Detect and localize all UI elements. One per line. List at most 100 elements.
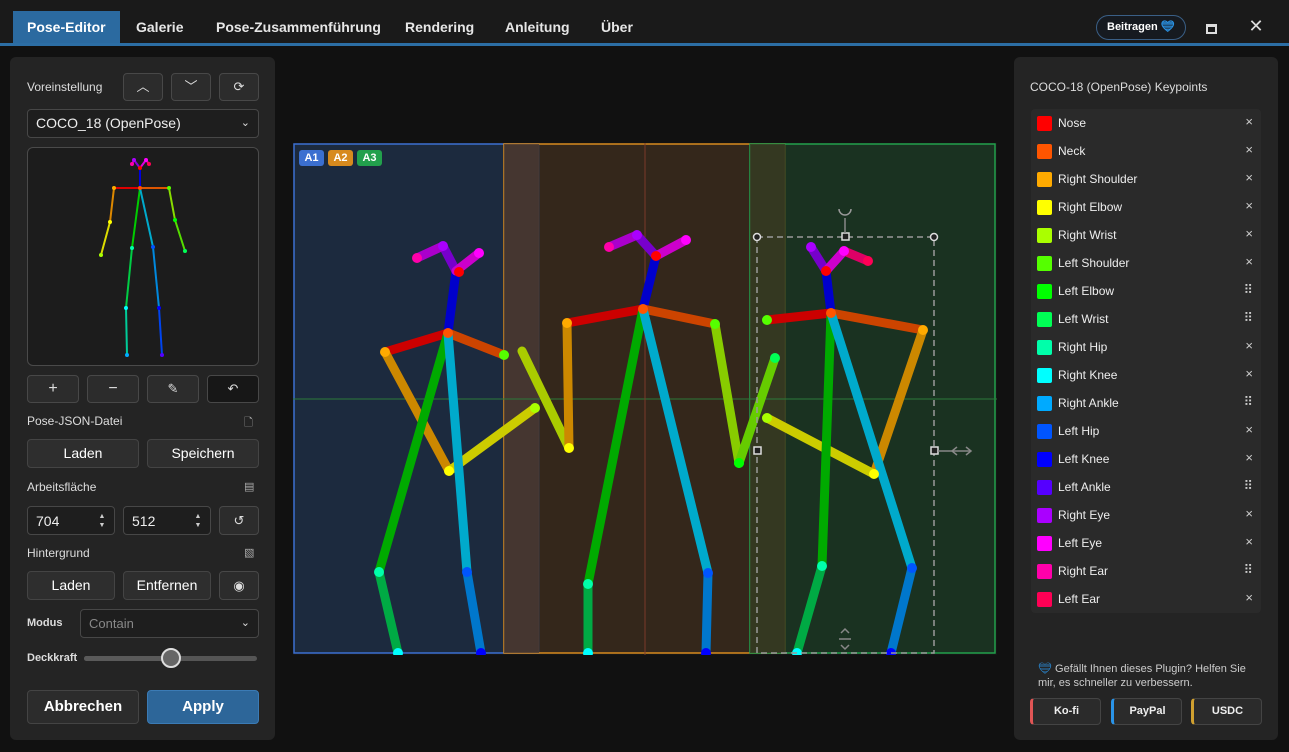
cancel-button[interactable]: Abbrechen xyxy=(27,690,139,724)
area-badge-a1[interactable]: A1 xyxy=(299,150,324,166)
resize-handle[interactable] xyxy=(930,446,939,455)
drag-handle-icon[interactable]: ⠿ xyxy=(1243,562,1253,578)
preset-down-button[interactable]: ﹀ xyxy=(171,73,211,101)
keypoint-color-swatch[interactable] xyxy=(1037,256,1052,271)
remove-keypoint-icon[interactable]: × xyxy=(1245,142,1253,157)
keypoint-row[interactable]: Left Ear × xyxy=(1031,585,1261,613)
resize-handle[interactable] xyxy=(841,232,850,241)
remove-keypoint-icon[interactable]: × xyxy=(1245,366,1253,381)
reset-canvas-button[interactable]: ↺ xyxy=(219,506,259,535)
preset-select[interactable]: COCO_18 (OpenPose) ⌄ xyxy=(27,109,259,138)
remove-keypoint-icon[interactable]: × xyxy=(1245,226,1253,241)
remove-keypoint-icon[interactable]: × xyxy=(1245,450,1253,465)
area-badge-a2[interactable]: A2 xyxy=(328,150,353,166)
close-icon[interactable]: ✕ xyxy=(1245,15,1267,37)
remove-keypoint-icon[interactable]: × xyxy=(1245,198,1253,213)
keypoint-color-swatch[interactable] xyxy=(1037,536,1052,551)
canvas-width-input[interactable]: 704 ▲ ▼ xyxy=(27,506,115,535)
keypoint-color-swatch[interactable] xyxy=(1037,312,1052,327)
keypoint-row[interactable]: Left Ankle ⠿ xyxy=(1031,473,1261,501)
area-badge-a3[interactable]: A3 xyxy=(357,150,382,166)
keypoint-row[interactable]: Left Elbow ⠿ xyxy=(1031,277,1261,305)
remove-keypoint-icon[interactable]: × xyxy=(1245,170,1253,185)
remove-keypoint-icon[interactable]: × xyxy=(1245,506,1253,521)
stepper-icon[interactable]: ▲ ▼ xyxy=(96,512,108,530)
tab-guide[interactable]: Anleitung xyxy=(491,11,584,43)
maximize-icon[interactable] xyxy=(1206,24,1217,34)
tab-rendering[interactable]: Rendering xyxy=(391,11,488,43)
keypoint-row[interactable]: Left Wrist ⠿ xyxy=(1031,305,1261,333)
keypoint-color-swatch[interactable] xyxy=(1037,228,1052,243)
keypoint-color-swatch[interactable] xyxy=(1037,508,1052,523)
drag-handle-icon[interactable]: ⠿ xyxy=(1243,478,1253,494)
keypoint-row[interactable]: Nose × xyxy=(1031,109,1261,137)
keypoint-color-swatch[interactable] xyxy=(1037,480,1052,495)
keypoint-row[interactable]: Right Eye × xyxy=(1031,501,1261,529)
resize-handle[interactable] xyxy=(752,232,762,242)
save-json-button[interactable]: Speichern xyxy=(147,439,259,468)
keypoint-color-swatch[interactable] xyxy=(1037,200,1052,215)
preset-refresh-button[interactable]: ⟳ xyxy=(219,73,259,101)
donate-button[interactable]: Beitragen 💙︎ xyxy=(1096,15,1186,40)
add-keypoint-button[interactable]: + xyxy=(27,375,79,403)
toggle-visibility-button[interactable]: ◉ xyxy=(219,571,259,600)
remove-keypoint-icon[interactable]: × xyxy=(1245,338,1253,353)
keypoint-row[interactable]: Left Hip × xyxy=(1031,417,1261,445)
remove-keypoint-icon[interactable]: × xyxy=(1245,534,1253,549)
apply-button[interactable]: Apply xyxy=(147,690,259,724)
keypoint-color-swatch[interactable] xyxy=(1037,116,1052,131)
undo-button[interactable]: ↶ xyxy=(207,375,259,403)
keypoint-color-swatch[interactable] xyxy=(1037,452,1052,467)
keypoint-color-swatch[interactable] xyxy=(1037,424,1052,439)
keypoint-name: Left Wrist xyxy=(1058,312,1109,326)
drag-handle-icon[interactable]: ⠿ xyxy=(1243,282,1253,298)
resize-handle[interactable] xyxy=(753,446,762,455)
keypoint-row[interactable]: Right Ankle ⠿ xyxy=(1031,389,1261,417)
keypoint-color-swatch[interactable] xyxy=(1037,340,1052,355)
keypoint-row[interactable]: Right Elbow × xyxy=(1031,193,1261,221)
load-background-button[interactable]: Laden xyxy=(27,571,115,600)
keypoint-row[interactable]: Neck × xyxy=(1031,137,1261,165)
load-json-button[interactable]: Laden xyxy=(27,439,139,468)
keypoint-row[interactable]: Left Shoulder × xyxy=(1031,249,1261,277)
canvas-height-input[interactable]: 512 ▲ ▼ xyxy=(123,506,211,535)
paypal-button[interactable]: PayPal xyxy=(1111,698,1182,725)
tab-about[interactable]: Über xyxy=(587,11,647,43)
background-label: Hintergrund xyxy=(27,546,90,560)
keypoint-row[interactable]: Right Ear ⠿ xyxy=(1031,557,1261,585)
keypoint-row[interactable]: Right Wrist × xyxy=(1031,221,1261,249)
keypoint-color-swatch[interactable] xyxy=(1037,564,1052,579)
keypoint-row[interactable]: Left Eye × xyxy=(1031,529,1261,557)
remove-keypoint-button[interactable]: − xyxy=(87,375,139,403)
keypoint-color-swatch[interactable] xyxy=(1037,172,1052,187)
remove-keypoint-icon[interactable]: × xyxy=(1245,422,1253,437)
edit-button[interactable]: ✎ xyxy=(147,375,199,403)
drag-handle-icon[interactable]: ⠿ xyxy=(1243,394,1253,410)
drag-handle-icon[interactable]: ⠿ xyxy=(1243,310,1253,326)
remove-background-button[interactable]: Entfernen xyxy=(123,571,211,600)
keypoint-row[interactable]: Right Hip × xyxy=(1031,333,1261,361)
pose-canvas[interactable]: A1 A2 A3 xyxy=(293,143,997,658)
remove-keypoint-icon[interactable]: × xyxy=(1245,590,1253,605)
usdc-button[interactable]: USDC xyxy=(1191,698,1262,725)
opacity-slider-thumb[interactable] xyxy=(160,648,181,668)
keypoint-color-swatch[interactable] xyxy=(1037,396,1052,411)
keypoint-row[interactable]: Right Knee × xyxy=(1031,361,1261,389)
tab-pose-merge[interactable]: Pose-Zusammenführung xyxy=(202,11,395,43)
keypoint-color-swatch[interactable] xyxy=(1037,144,1052,159)
tab-gallery[interactable]: Galerie xyxy=(122,11,197,43)
keypoint-color-swatch[interactable] xyxy=(1037,368,1052,383)
stepper-icon[interactable]: ▲ ▼ xyxy=(192,512,204,530)
keypoint-row[interactable]: Left Knee × xyxy=(1031,445,1261,473)
keypoint-row[interactable]: Right Shoulder × xyxy=(1031,165,1261,193)
resize-handle[interactable] xyxy=(929,232,939,242)
keypoint-color-swatch[interactable] xyxy=(1037,284,1052,299)
keypoint-color-swatch[interactable] xyxy=(1037,592,1052,607)
preset-up-button[interactable]: ︿ xyxy=(123,73,163,101)
pose-canvas-drawing[interactable] xyxy=(293,143,997,658)
tab-pose-editor[interactable]: Pose-Editor xyxy=(13,11,120,43)
mode-select[interactable]: Contain ⌄ xyxy=(80,609,259,638)
kofi-button[interactable]: Ko-fi xyxy=(1030,698,1101,725)
remove-keypoint-icon[interactable]: × xyxy=(1245,114,1253,129)
remove-keypoint-icon[interactable]: × xyxy=(1245,254,1253,269)
